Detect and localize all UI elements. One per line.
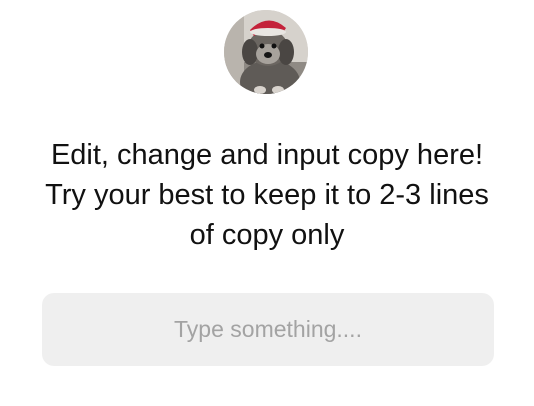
text-input[interactable] <box>42 293 494 366</box>
avatar <box>224 10 308 94</box>
text-input-container[interactable] <box>42 293 494 366</box>
message-card: Edit, change and input copy here! Try yo… <box>0 0 534 406</box>
dog-avatar-icon <box>224 10 308 94</box>
message-copy: Edit, change and input copy here! Try yo… <box>45 139 489 251</box>
